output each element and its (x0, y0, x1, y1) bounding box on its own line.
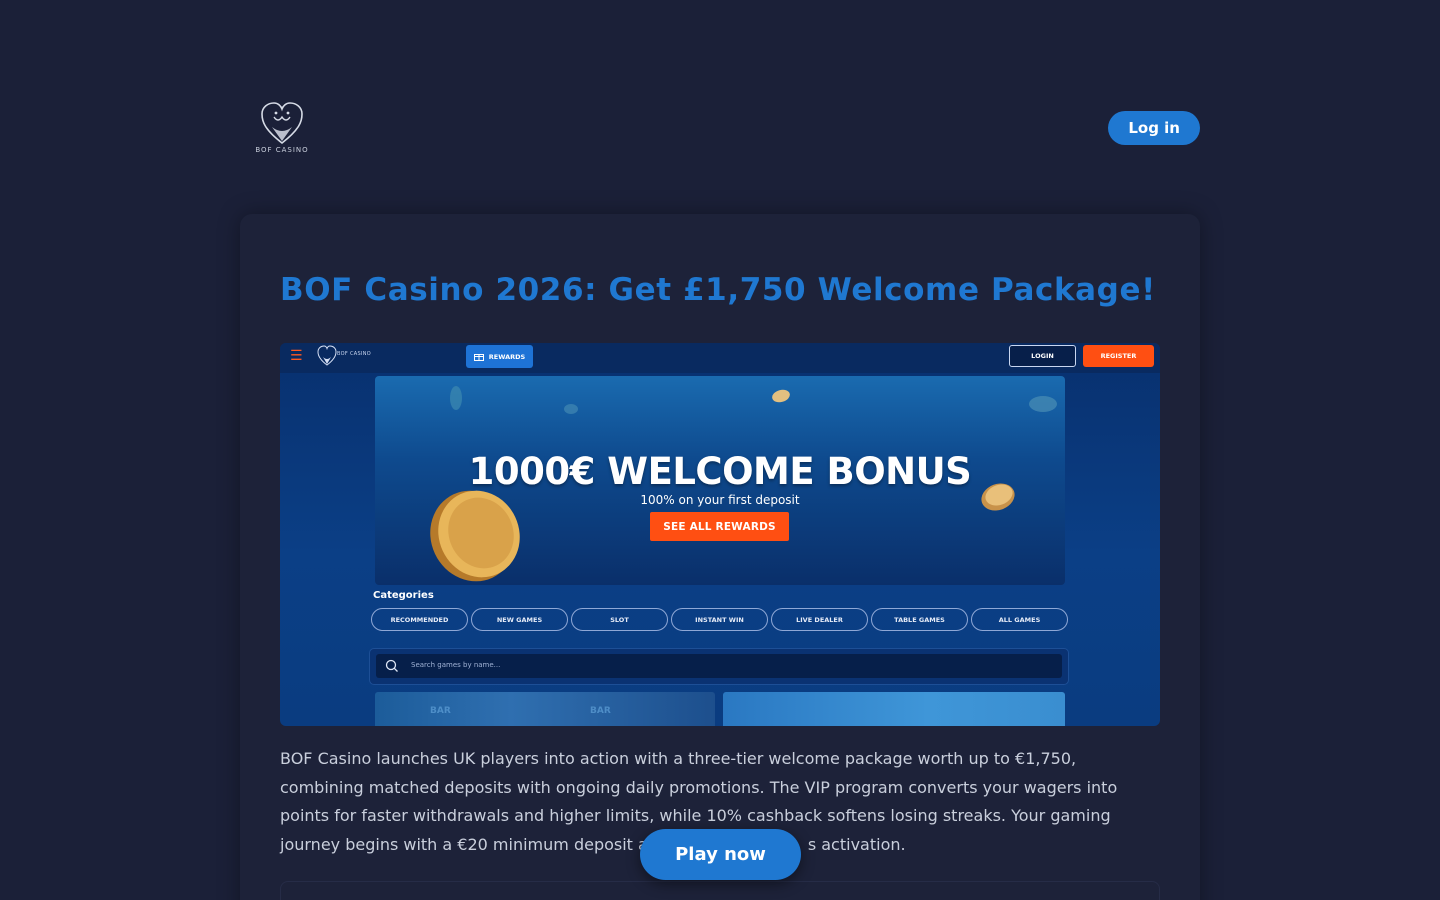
hamburger-menu-icon: ☰ (290, 348, 303, 364)
content-section-box (280, 881, 1160, 900)
gift-icon (473, 354, 484, 361)
category-chip: LIVE DEALER (771, 608, 868, 631)
blurred-coin-icon (450, 386, 462, 410)
blurred-coin-icon-3 (564, 404, 578, 414)
hero-title: 1000€ WELCOME BONUS (468, 450, 972, 493)
screenshot-logo-text: BOF CASINO (337, 351, 371, 357)
category-chip: ALL GAMES (971, 608, 1068, 631)
screenshot-register-button: REGISTER (1083, 345, 1154, 367)
hero-cta-button: SEE ALL REWARDS (650, 512, 789, 541)
category-chip: RECOMMENDED (371, 608, 468, 631)
logo-text: BOF CASINO (255, 146, 309, 154)
category-chip: SLOT (571, 608, 668, 631)
tile-label: BAR (590, 706, 611, 716)
play-now-button[interactable]: Play now (640, 829, 801, 880)
blurred-coin-icon-2 (1029, 396, 1057, 412)
tile-label: BAR (430, 706, 451, 716)
casino-screenshot: ☰ BOF CASINO REWARDS LOGIN REGISTER 1000… (280, 343, 1160, 726)
site-header: BOF CASINO Log in (240, 96, 1200, 160)
game-tile: BAR BAR (375, 692, 715, 726)
screenshot-search-bar: Search games by name... (369, 648, 1069, 685)
hero-subtitle: 100% on your first deposit (640, 493, 800, 507)
screenshot-logo-icon (317, 345, 337, 366)
category-chip: NEW GAMES (471, 608, 568, 631)
categories-heading: Categories (373, 590, 434, 601)
category-chip: INSTANT WIN (671, 608, 768, 631)
site-logo[interactable]: BOF CASINO (254, 101, 310, 155)
game-tile (723, 692, 1065, 726)
article-card: BOF Casino 2026: Get £1,750 Welcome Pack… (240, 214, 1200, 900)
screenshot-rewards-label: REWARDS (488, 352, 526, 361)
screenshot-hero-banner: 1000€ WELCOME BONUS 100% on your first d… (375, 376, 1065, 585)
category-chip: TABLE GAMES (871, 608, 968, 631)
tiny-coin-icon (772, 389, 790, 403)
login-button[interactable]: Log in (1108, 111, 1200, 145)
page-title: BOF Casino 2026: Get £1,750 Welcome Pack… (280, 272, 1156, 308)
search-placeholder: Search games by name... (411, 661, 501, 669)
screenshot-rewards-button: REWARDS (466, 345, 533, 368)
screenshot-login-button: LOGIN (1009, 345, 1076, 367)
screenshot-topbar: ☰ BOF CASINO REWARDS LOGIN REGISTER (280, 343, 1160, 373)
search-icon (385, 659, 398, 672)
heart-logo-icon (261, 102, 303, 145)
category-chips: RECOMMENDED NEW GAMES SLOT INSTANT WIN L… (371, 608, 1069, 631)
